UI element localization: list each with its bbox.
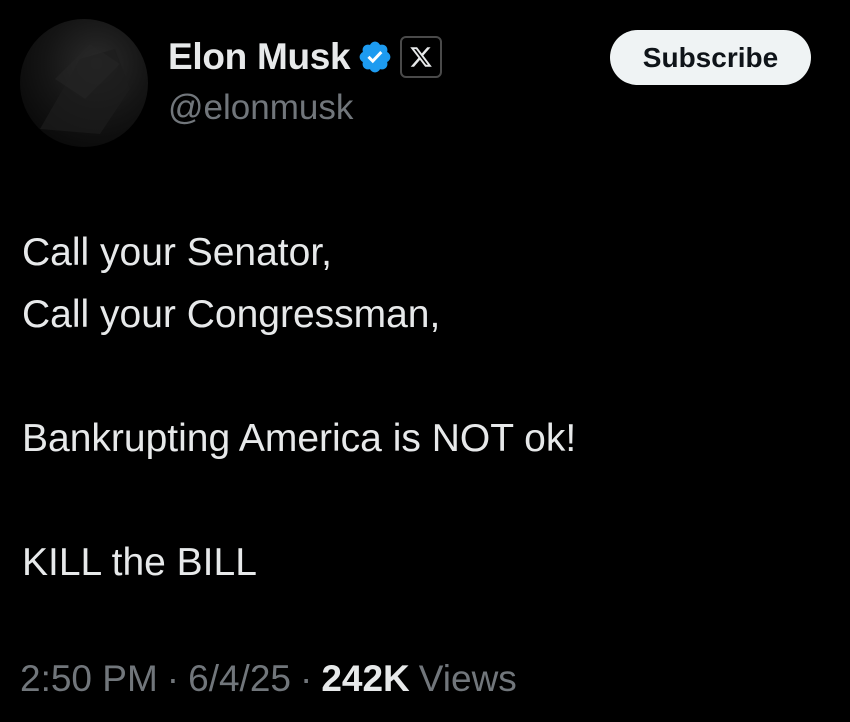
tweet-text: Call your Senator, Call your Congressman… [22, 222, 576, 594]
tweet-card: Elon Musk @elonmusk Subscribe Call your … [0, 0, 850, 722]
tweet-time[interactable]: 2:50 PM [20, 658, 158, 700]
author-name-row: Elon Musk [168, 34, 443, 80]
views-count[interactable]: 242K [321, 658, 409, 700]
avatar[interactable] [20, 19, 148, 147]
tweet-line: Call your Senator, [22, 231, 333, 274]
tweet-line: KILL the BILL [22, 541, 257, 584]
meta-separator: · [166, 658, 180, 699]
tweet-meta: 2:50 PM · 6/4/25 · 242K Views [20, 658, 517, 700]
views-label[interactable]: Views [419, 658, 517, 700]
author-display-name[interactable]: Elon Musk [168, 36, 351, 78]
tweet-line: Call your Congressman, [22, 293, 441, 336]
x-logo-icon[interactable] [400, 36, 443, 78]
subscribe-button[interactable]: Subscribe [610, 30, 811, 85]
author-handle[interactable]: @elonmusk [168, 88, 353, 128]
avatar-image [40, 44, 130, 134]
verified-badge-icon[interactable] [357, 39, 393, 75]
meta-separator: · [300, 658, 313, 699]
tweet-line: Bankrupting America is NOT ok! [22, 417, 577, 460]
tweet-date[interactable]: 6/4/25 [188, 658, 291, 700]
